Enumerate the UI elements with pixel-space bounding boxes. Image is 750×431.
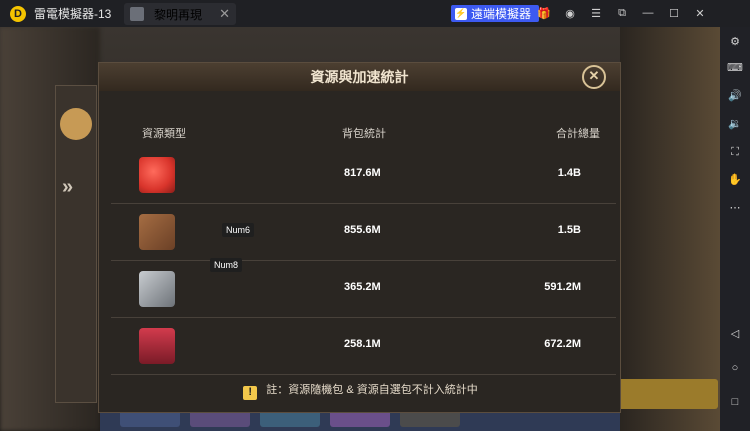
resource-bag-icon[interactable] xyxy=(60,108,92,140)
total-value: 1.5B xyxy=(557,224,581,236)
menu-icon[interactable]: ☰ xyxy=(588,5,604,21)
table-row: 258.1M 672.2M xyxy=(111,318,616,375)
tab-game[interactable]: 黎明再現 ✕ xyxy=(124,3,236,25)
keymap-hint: Num8 xyxy=(210,258,243,272)
steel-ingot-icon xyxy=(139,271,175,307)
wood-planks-icon xyxy=(139,214,175,250)
keyboard-icon[interactable]: ⌨ xyxy=(727,61,743,75)
app-title: 雷電模擬器-13 xyxy=(34,7,112,21)
user-icon[interactable]: ◉ xyxy=(562,5,578,21)
keymap-hint: Num6 xyxy=(222,223,255,237)
backpack-value: 855.6M xyxy=(344,224,381,236)
volume-down-icon[interactable]: 🔉 xyxy=(727,117,743,131)
dialog-header: 資源與加速統計 ✕ xyxy=(99,63,620,91)
gift-icon[interactable]: 🎁 xyxy=(536,5,552,21)
close-tab-icon[interactable]: ✕ xyxy=(219,6,230,22)
column-total: 合計總量 xyxy=(556,128,600,140)
table-row: 817.6M 1.4B xyxy=(111,147,616,204)
volume-up-icon[interactable]: 🔊 xyxy=(727,89,743,103)
side-panel: » xyxy=(55,85,97,403)
total-value: 591.2M xyxy=(544,281,581,293)
warning-icon: ! xyxy=(243,386,258,400)
close-dialog-icon[interactable]: ✕ xyxy=(582,65,606,89)
recent-apps-icon[interactable]: □ xyxy=(727,395,743,409)
maximize-icon[interactable]: ☐ xyxy=(666,5,682,21)
settings-icon[interactable]: ⚙ xyxy=(727,35,743,49)
resource-stats-dialog: 資源與加速統計 ✕ 資源類型 背包統計 合計總量 817.6M 1.4B 855… xyxy=(98,62,621,413)
game-viewport: » 資源與加速統計 ✕ 資源類型 背包統計 合計總量 817.6M 1.4B 8… xyxy=(0,27,720,431)
double-chevron-right-icon[interactable]: » xyxy=(62,176,73,199)
background-right xyxy=(620,27,720,431)
backpack-value: 258.1M xyxy=(344,338,381,350)
column-resource-type: 資源類型 xyxy=(142,128,186,140)
remote-emulator-label: 遠端模擬器 xyxy=(471,7,532,21)
window-controls: 🎁 ◉ ☰ ⧉ — ☐ ✕ xyxy=(536,5,718,21)
more-icon[interactable]: ⋯ xyxy=(727,201,743,215)
backpack-value: 817.6M xyxy=(344,167,381,179)
app-logo-icon: D xyxy=(10,5,26,22)
column-backpack: 背包統計 xyxy=(342,128,386,140)
screenshot-icon[interactable]: ⛶ xyxy=(727,145,743,159)
column-headers: 資源類型 背包統計 合計總量 xyxy=(99,125,622,140)
total-value: 1.4B xyxy=(557,167,581,179)
game-tab-icon xyxy=(130,7,144,21)
fuel-barrel-icon xyxy=(139,328,175,364)
minimize-icon[interactable]: — xyxy=(640,5,656,21)
stats-note: ! 註：資源隨機包 & 資源自選包不計入統計中 xyxy=(99,381,622,400)
backpack-value: 365.2M xyxy=(344,281,381,293)
table-row: 365.2M 591.2M xyxy=(111,261,616,318)
dialog-title: 資源與加速統計 xyxy=(310,69,409,85)
shake-icon[interactable]: ✋ xyxy=(727,173,743,187)
tab-label: 黎明再現 xyxy=(154,7,203,22)
close-window-icon[interactable]: ✕ xyxy=(692,5,708,21)
restore-window-icon[interactable]: ⧉ xyxy=(614,5,630,21)
home-icon[interactable]: ○ xyxy=(727,361,743,375)
note-text: 註：資源隨機包 & 資源自選包不計入統計中 xyxy=(266,384,478,396)
emulator-toolbar: ⚙ ⌨ 🔊 🔉 ⛶ ✋ ⋯ ◁ ○ □ xyxy=(720,27,750,431)
tomato-icon xyxy=(139,157,175,193)
remote-emulator-button[interactable]: ⚡ 遠端模擬器 xyxy=(451,5,540,22)
table-row: 855.6M 1.5B xyxy=(111,204,616,261)
back-icon[interactable]: ◁ xyxy=(727,327,743,341)
total-value: 672.2M xyxy=(544,338,581,350)
bolt-icon: ⚡ xyxy=(455,7,467,20)
